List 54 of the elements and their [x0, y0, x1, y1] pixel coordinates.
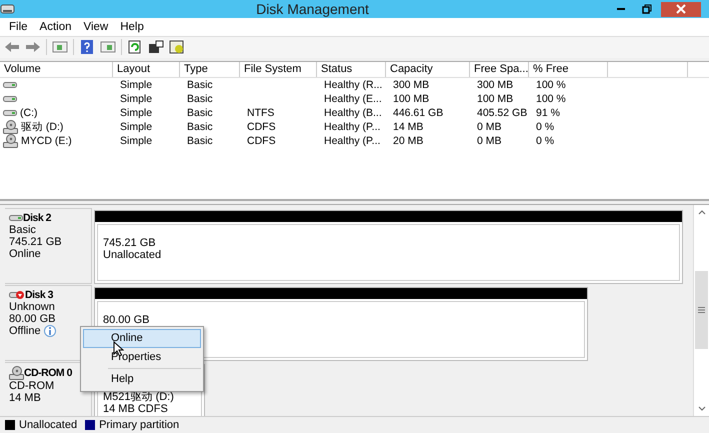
table-cell-text: 100 % — [535, 92, 567, 105]
disk-info: 745.21 GB — [9, 236, 63, 248]
disk-info: Basic — [9, 224, 37, 236]
table-cell-text: Healthy (E... — [323, 92, 383, 105]
table-cell-text: CDFS — [246, 120, 277, 133]
disk-status: Offline — [9, 324, 41, 337]
disk-name: Disk 2 — [23, 212, 51, 224]
table-cell-text: 91 % — [535, 106, 561, 119]
disk-info: Online — [9, 248, 42, 260]
volume-info: 80.00 GB — [103, 314, 150, 326]
table-cell-text: 405.52 GB — [476, 106, 528, 119]
table-cell: 驱动 (D:) — [20, 120, 64, 134]
legend-label: Unallocated — [19, 418, 78, 431]
disk-name: Disk 3 — [25, 288, 53, 301]
volume-info: 745.21 GB — [103, 236, 157, 249]
table-cell-text: 300 MB — [392, 78, 430, 91]
legend-label: Primary partition — [99, 418, 180, 431]
table-cell-text: CDFS — [246, 134, 277, 147]
table-cell: MYCD (E:) — [20, 134, 72, 147]
table-cell-text: Simple — [119, 120, 154, 133]
volume-info: Unallocated — [103, 248, 162, 261]
table-cell-text: Basic — [186, 106, 214, 119]
table-cell-text: 0 % — [535, 120, 556, 133]
table-cell-text: 100 % — [535, 78, 567, 91]
disk-name: CD-ROM 0 — [24, 366, 72, 379]
table-cell-text: 0 MB — [476, 120, 503, 133]
table-cell-text: Basic — [186, 134, 214, 147]
table-cell: (C:) — [19, 106, 38, 119]
table-cell-text: Healthy (P... — [323, 134, 382, 147]
table-cell-text: Simple — [119, 78, 154, 91]
table-cell-text: Simple — [119, 92, 154, 105]
table-cell-text: NTFS — [246, 106, 276, 119]
table-cell-text: 100 MB — [392, 92, 430, 105]
table-cell-text: Basic — [186, 78, 214, 91]
disk-info: 80.00 GB — [9, 312, 56, 325]
table-cell-text: Healthy (R... — [323, 78, 384, 91]
disk-info: CD-ROM — [9, 380, 56, 392]
table-cell-text: Basic — [186, 120, 214, 133]
table-cell-text: Basic — [186, 92, 214, 105]
table-cell-text: Simple — [119, 134, 154, 147]
disk-info: 14 MB — [9, 392, 42, 404]
table-cell-text: Simple — [119, 106, 154, 119]
table-cell-text: 100 MB — [476, 92, 514, 105]
table-cell-text: Healthy (B... — [323, 106, 383, 119]
disk-info: Unknown — [9, 300, 56, 313]
table-cell-text: 0 MB — [476, 134, 503, 147]
table-cell-text: 20 MB — [392, 134, 424, 147]
table-cell-text: 446.61 GB — [392, 106, 444, 119]
table-cell-text: 300 MB — [476, 78, 514, 91]
volume-info: 14 MB CDFS — [103, 402, 169, 415]
table-cell-text: 0 % — [535, 134, 556, 147]
table-cell-text: Healthy (P... — [323, 120, 382, 133]
table-cell-text: 14 MB — [392, 120, 424, 133]
window-title: Disk Management — [255, 1, 370, 18]
